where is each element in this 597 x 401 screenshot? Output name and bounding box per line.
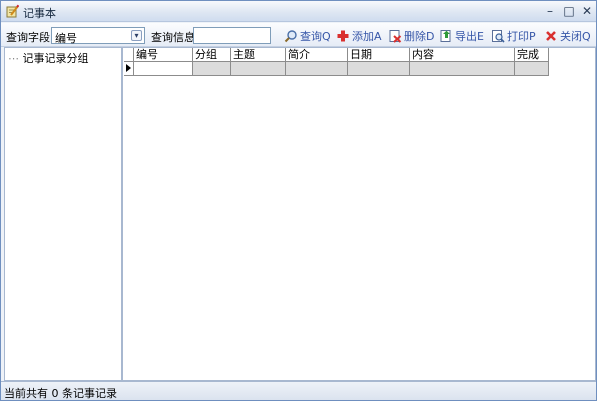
column-header[interactable]: 主题 — [231, 48, 286, 62]
column-header[interactable]: 日期 — [348, 48, 410, 62]
app-window: 记事本 – □ ✕ 查询字段 编号 ▾ 查询信息 查询Q 添加A 删除D 导出E… — [0, 0, 597, 401]
export-button-label: 导出E — [455, 29, 484, 43]
query-field-label: 查询字段 — [6, 31, 50, 44]
table-cell[interactable] — [231, 62, 286, 76]
table-cell[interactable] — [134, 62, 193, 76]
status-text: 当前共有 0 条记事记录 — [4, 387, 117, 400]
add-button-label: 添加A — [352, 29, 382, 43]
tree-root-label: 记事记录分组 — [22, 52, 89, 65]
maximize-button[interactable]: □ — [561, 3, 577, 19]
delete-document-icon — [389, 29, 402, 43]
delete-button[interactable]: 删除D — [388, 27, 434, 44]
search-input[interactable] — [193, 27, 271, 44]
close-x-icon — [546, 30, 556, 41]
row-header-corner — [124, 48, 134, 62]
group-tree[interactable]: ⋯ 记事记录分组 — [4, 47, 122, 381]
magnifier-icon — [284, 29, 297, 42]
table-cell[interactable] — [515, 62, 549, 76]
close-window-button[interactable]: ✕ — [579, 3, 595, 19]
notebook-pencil-icon — [6, 4, 19, 18]
column-header[interactable]: 编号 — [134, 48, 193, 62]
add-button[interactable]: 添加A — [336, 27, 382, 44]
delete-button-label: 删除D — [404, 29, 435, 43]
table-cell[interactable] — [348, 62, 410, 76]
column-header[interactable]: 分组 — [193, 48, 231, 62]
query-field-select[interactable]: 编号 ▾ — [51, 27, 145, 45]
close-button-label: 关闭Q — [560, 29, 591, 43]
maximize-icon: □ — [563, 4, 575, 18]
column-header[interactable]: 完成 — [515, 48, 549, 62]
close-button[interactable]: 关闭Q — [544, 27, 591, 44]
toolbar: 查询字段 编号 ▾ 查询信息 查询Q 添加A 删除D 导出E 打印P 关闭Q — [1, 23, 596, 47]
window-title: 记事本 — [23, 7, 56, 20]
tree-root-item[interactable]: ⋯ 记事记录分组 — [8, 50, 89, 66]
print-preview-icon — [492, 29, 505, 43]
export-button[interactable]: 导出E — [439, 27, 484, 44]
minimize-button[interactable]: – — [542, 3, 558, 19]
export-document-icon — [440, 29, 451, 42]
print-button[interactable]: 打印P — [491, 27, 536, 44]
status-bar: 当前共有 0 条记事记录 — [1, 381, 596, 400]
close-icon: ✕ — [581, 4, 593, 18]
column-header[interactable]: 简介 — [286, 48, 348, 62]
column-header[interactable]: 内容 — [410, 48, 515, 62]
table-cell[interactable] — [410, 62, 515, 76]
records-grid[interactable]: 编号 分组 主题 简介 日期 内容 完成 — [122, 47, 596, 381]
plus-icon — [337, 30, 349, 41]
chevron-down-icon[interactable]: ▾ — [131, 30, 142, 41]
tree-line-icon: ⋯ — [8, 52, 19, 65]
table-cell[interactable] — [286, 62, 348, 76]
minimize-icon: – — [547, 4, 553, 18]
print-button-label: 打印P — [507, 29, 536, 43]
query-field-value: 编号 — [55, 32, 77, 45]
row-selector[interactable] — [124, 62, 134, 76]
query-button[interactable]: 查询Q — [284, 27, 331, 44]
table-cell[interactable] — [193, 62, 231, 76]
query-info-label: 查询信息 — [151, 31, 195, 44]
current-row-arrow-icon — [126, 64, 131, 72]
query-button-label: 查询Q — [300, 29, 331, 43]
title-bar[interactable]: 记事本 – □ ✕ — [1, 1, 596, 22]
